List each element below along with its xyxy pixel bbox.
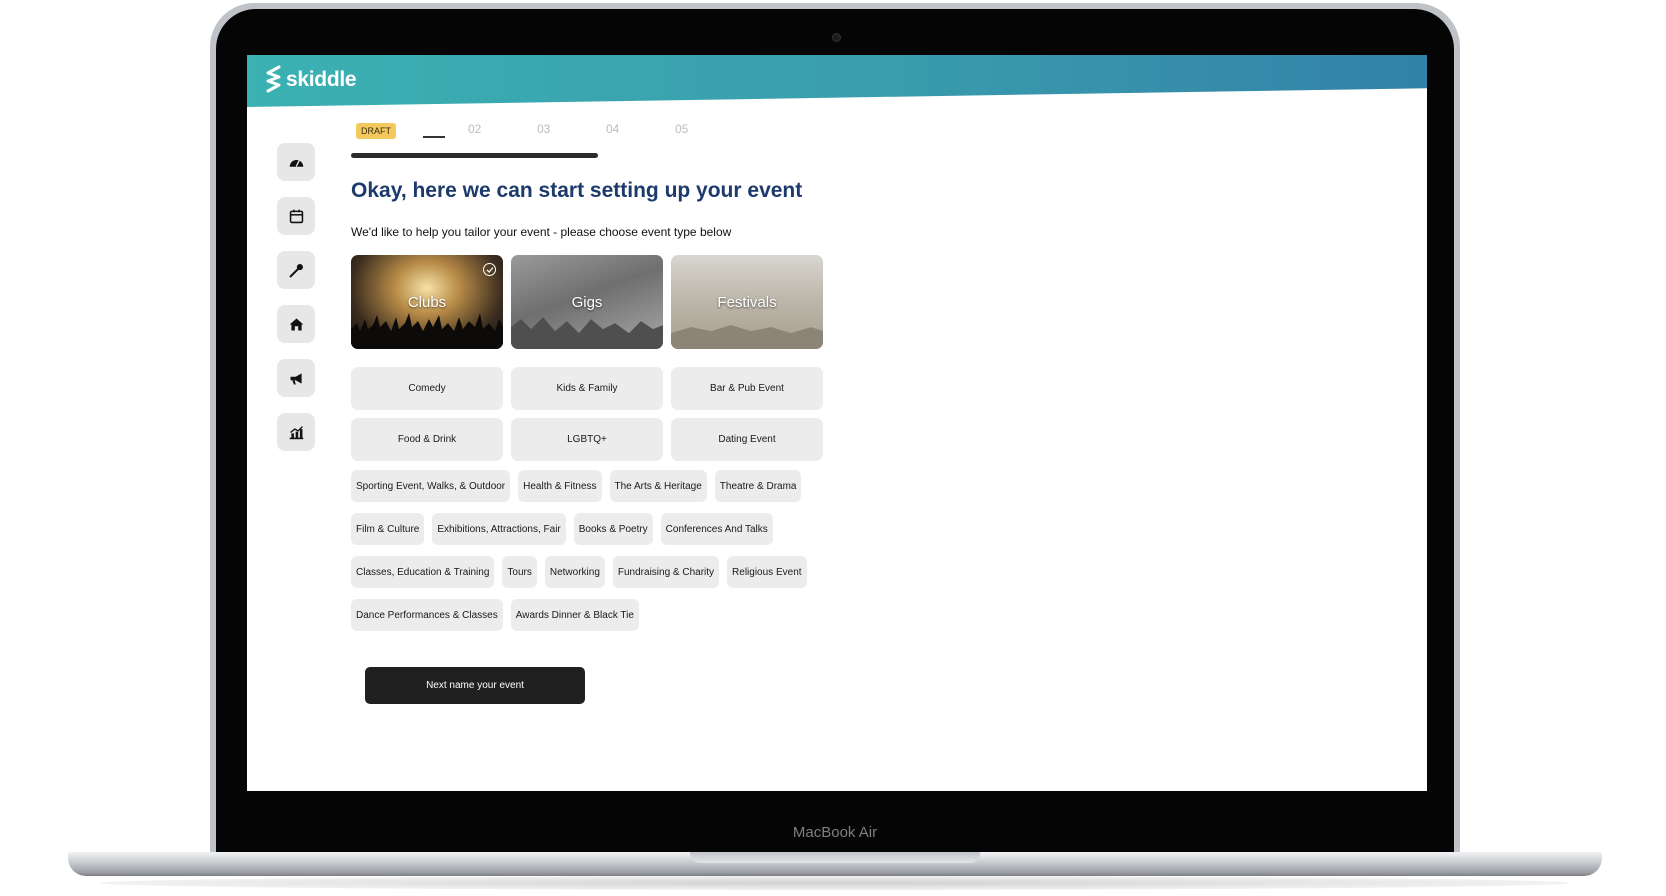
event-type-chip[interactable]: Religious Event xyxy=(727,556,807,588)
event-type-option[interactable]: Comedy xyxy=(351,367,503,410)
laptop-mockup: MacBook Air skiddle DRAFT 02 03 04 05 Ok… xyxy=(0,0,1666,896)
card-label: Clubs xyxy=(407,293,447,311)
card-label: Gigs xyxy=(571,293,603,311)
chart-icon xyxy=(289,425,303,439)
laptop-shadow xyxy=(100,876,1570,890)
crowd-image xyxy=(671,324,823,349)
event-type-chip[interactable]: Health & Fitness xyxy=(518,470,602,502)
step-current-marker xyxy=(423,136,445,138)
crowd-image xyxy=(511,316,663,349)
progress-bar xyxy=(351,153,598,158)
event-type-card-festivals[interactable]: Festivals xyxy=(671,255,823,349)
event-type-chip-row: Classes, Education & Training Tours Netw… xyxy=(351,556,807,588)
step-2[interactable]: 02 xyxy=(468,122,481,136)
event-type-option[interactable]: Dating Event xyxy=(671,418,823,461)
camera-icon xyxy=(832,33,841,42)
event-type-chip-row: Dance Performances & Classes Awards Dinn… xyxy=(351,599,639,631)
event-type-chip[interactable]: Sporting Event, Walks, & Outdoor xyxy=(351,470,511,502)
event-type-option[interactable]: LGBTQ+ xyxy=(511,418,663,461)
device-label: MacBook Air xyxy=(792,824,878,841)
check-circle-icon xyxy=(483,263,496,276)
event-type-grid: Comedy Kids & Family Bar & Pub Event Foo… xyxy=(351,367,823,461)
sidebar-item-events[interactable] xyxy=(277,197,315,235)
header-bar xyxy=(247,55,1427,107)
sidebar-item-dashboard[interactable] xyxy=(277,143,315,181)
step-5[interactable]: 05 xyxy=(675,122,688,136)
event-type-chip[interactable]: Fundraising & Charity xyxy=(612,556,720,588)
event-type-chip[interactable]: Awards Dinner & Black Tie xyxy=(510,599,639,631)
featured-event-types: Clubs Gigs Festivals xyxy=(351,255,823,349)
speedometer-icon xyxy=(289,159,303,167)
calendar-icon xyxy=(289,209,303,223)
skiddle-logo-icon xyxy=(266,65,281,93)
sidebar-item-artists[interactable] xyxy=(277,251,315,289)
event-type-card-clubs[interactable]: Clubs xyxy=(351,255,503,349)
event-type-option[interactable]: Food & Drink xyxy=(351,418,503,461)
home-icon xyxy=(289,318,303,330)
brand-logo[interactable]: skiddle xyxy=(265,65,357,95)
event-type-option[interactable]: Kids & Family xyxy=(511,367,663,410)
event-type-chip[interactable]: Books & Poetry xyxy=(573,513,653,545)
sidebar-item-venues[interactable] xyxy=(277,305,315,343)
event-type-chip[interactable]: Film & Culture xyxy=(351,513,425,545)
sidebar-item-promotion[interactable] xyxy=(277,359,315,397)
next-button[interactable]: Next name your event xyxy=(365,667,585,704)
app-screen: skiddle DRAFT 02 03 04 05 Okay, here we … xyxy=(247,55,1427,791)
event-type-chip[interactable]: Conferences And Talks xyxy=(660,513,773,545)
page-subtitle: We'd like to help you tailor your event … xyxy=(351,225,732,239)
event-type-chip[interactable]: Networking xyxy=(544,556,605,588)
card-label: Festivals xyxy=(717,293,777,311)
event-type-option[interactable]: Bar & Pub Event xyxy=(671,367,823,410)
megaphone-icon xyxy=(290,372,302,384)
event-type-chip[interactable]: Exhibitions, Attractions, Fair xyxy=(432,513,566,545)
microphone-icon xyxy=(289,263,303,277)
event-type-chip[interactable]: Tours xyxy=(502,556,537,588)
step-4[interactable]: 04 xyxy=(606,122,619,136)
event-type-chip[interactable]: Dance Performances & Classes xyxy=(351,599,503,631)
event-type-chip-row: Sporting Event, Walks, & Outdoor Health … xyxy=(351,470,802,502)
event-type-chip-row: Film & Culture Exhibitions, Attractions,… xyxy=(351,513,773,545)
step-3[interactable]: 03 xyxy=(537,122,550,136)
brand-name: skiddle xyxy=(286,68,357,91)
event-type-chip[interactable]: The Arts & Heritage xyxy=(609,470,707,502)
page-title: Okay, here we can start setting up your … xyxy=(351,179,803,202)
event-type-card-gigs[interactable]: Gigs xyxy=(511,255,663,349)
sidebar-item-reports[interactable] xyxy=(277,413,315,451)
sidebar xyxy=(277,143,315,467)
event-type-chip[interactable]: Classes, Education & Training xyxy=(351,556,495,588)
event-type-chip[interactable]: Theatre & Drama xyxy=(714,470,802,502)
crowd-image xyxy=(351,312,503,349)
laptop-notch xyxy=(690,852,980,863)
status-badge: DRAFT xyxy=(356,123,396,139)
